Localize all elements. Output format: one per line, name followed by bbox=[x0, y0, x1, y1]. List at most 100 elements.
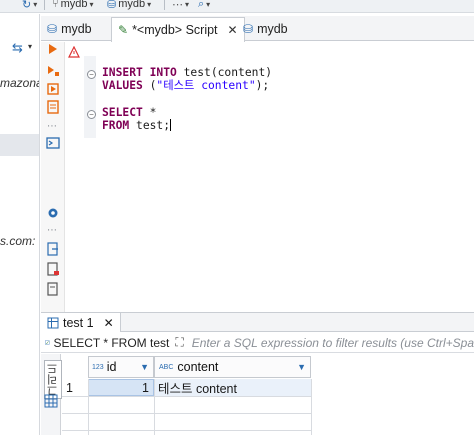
history-button[interactable]: ↻ ▾ bbox=[22, 0, 37, 11]
chevron-down-icon[interactable]: ▾ bbox=[28, 42, 32, 51]
warning-icon bbox=[68, 45, 80, 61]
save-script-icon[interactable] bbox=[46, 282, 60, 296]
chevron-down-icon: ▾ bbox=[89, 0, 94, 9]
table-grid-icon bbox=[47, 317, 59, 328]
more-icon[interactable]: ⋯ bbox=[47, 121, 57, 132]
datasource-label: mydb bbox=[118, 0, 146, 10]
grid-cell-content[interactable]: 테스트 content bbox=[154, 379, 311, 396]
tab-results-test-1[interactable]: test 1 ✕ bbox=[41, 313, 121, 332]
sql-text: test; bbox=[129, 119, 171, 133]
filter-input[interactable]: Enter a SQL expression to filter results… bbox=[192, 336, 474, 350]
branch-icon: ⑂ bbox=[52, 0, 59, 10]
results-tab-bar: test 1 ✕ bbox=[41, 312, 474, 332]
export-icon[interactable] bbox=[46, 242, 60, 256]
column-header-content[interactable]: ABC content ▼ bbox=[154, 356, 311, 378]
column-header-id[interactable]: 123 id ▼ bbox=[88, 356, 154, 378]
code-line[interactable]: INSERT INTO test(content) bbox=[102, 66, 272, 79]
column-name: content bbox=[177, 360, 219, 374]
navigator-item-label[interactable]: s.com: bbox=[0, 234, 35, 248]
folding-ruler bbox=[84, 56, 96, 138]
sql-keyword: SELECT bbox=[102, 105, 143, 119]
settings-gear-icon[interactable] bbox=[46, 206, 60, 220]
link-editor-icon[interactable]: ⇆ bbox=[12, 40, 23, 56]
tab-label: mydb bbox=[257, 22, 288, 36]
more-icon[interactable]: ⋯ bbox=[47, 225, 57, 236]
schema-icon: ⋯ bbox=[172, 0, 183, 11]
database-navigator: ⇆ ▾ mazona s.com: bbox=[0, 14, 40, 435]
database-icon: ⛁ bbox=[47, 22, 58, 36]
editor-tab-bar: ⛁ mydb ✎ *<mydb> Script ✕ ⛁ mydb bbox=[41, 16, 474, 42]
results-filter-bar: SELECT * FROM test ⛶ Enter a SQL express… bbox=[41, 333, 474, 353]
explain-plan-icon[interactable] bbox=[46, 100, 60, 114]
results-side-toolbar: 그리드 bbox=[41, 354, 62, 435]
grid-view-icon[interactable] bbox=[44, 394, 58, 408]
sql-text: ( bbox=[142, 79, 157, 93]
execute-statement-icon[interactable] bbox=[46, 42, 60, 56]
grid-cell-id[interactable]: 1 bbox=[88, 379, 154, 396]
tab-mydb-2[interactable]: ⛁ mydb bbox=[237, 17, 294, 41]
sql-string: "테스트 content" bbox=[156, 79, 256, 93]
datasource-selector-2[interactable]: ⛁ mydb ▾ bbox=[107, 0, 151, 11]
chevron-down-icon: ▾ bbox=[206, 0, 211, 9]
datasource-selector-1[interactable]: ⑂ mydb ▾ bbox=[52, 0, 94, 11]
fold-collapse-icon[interactable]: − bbox=[87, 70, 96, 79]
row-number[interactable]: 1 bbox=[62, 379, 88, 396]
tab-label: test 1 bbox=[63, 315, 94, 330]
sort-dropdown-icon[interactable]: ▼ bbox=[297, 362, 306, 372]
grid-line bbox=[311, 379, 312, 435]
sort-dropdown-icon[interactable]: ▼ bbox=[140, 362, 149, 372]
history-icon: ↻ bbox=[22, 0, 32, 11]
console-icon[interactable] bbox=[46, 136, 60, 150]
sql-text: * bbox=[142, 105, 157, 119]
grid-line bbox=[62, 430, 312, 431]
code-line[interactable] bbox=[102, 93, 272, 106]
code-line[interactable]: SELECT * bbox=[102, 106, 272, 119]
database-icon: ⛁ bbox=[107, 0, 117, 11]
code-line[interactable]: FROM test; bbox=[102, 119, 272, 132]
navigator-item-label[interactable]: mazona bbox=[0, 76, 39, 90]
datasource-label: mydb bbox=[60, 0, 88, 10]
navigator-selected-row[interactable] bbox=[0, 134, 39, 156]
expand-icon[interactable]: ⛶ bbox=[175, 335, 183, 350]
main-toolbar: ↻ ▾ ⑂ mydb ▾ ⛁ mydb ▾ ⋯ ▾ ⌕ ▾ bbox=[0, 0, 474, 13]
grid-line bbox=[154, 379, 155, 435]
text-type-icon: ABC bbox=[159, 363, 174, 371]
execute-script-icon[interactable] bbox=[46, 64, 60, 78]
database-icon: ⛁ bbox=[243, 22, 254, 36]
toolbar-divider bbox=[44, 0, 45, 10]
search-button[interactable]: ⌕ ▾ bbox=[198, 0, 210, 11]
grid-line bbox=[62, 396, 312, 397]
tab-mydb-1[interactable]: ⛁ mydb bbox=[41, 17, 98, 41]
sql-keyword: FROM bbox=[102, 119, 130, 133]
sql-keyword: VALUES bbox=[102, 79, 143, 93]
query-text: SELECT * FROM test bbox=[53, 335, 170, 350]
tab-label: *<mydb> Script bbox=[132, 23, 218, 37]
fold-collapse-icon[interactable]: − bbox=[87, 110, 96, 119]
close-icon[interactable]: ✕ bbox=[104, 316, 114, 330]
tab-label: mydb bbox=[61, 22, 92, 36]
code-line[interactable]: VALUES ("테스트 content"); bbox=[102, 79, 272, 92]
tab-script[interactable]: ✎ *<mydb> Script ✕ bbox=[111, 17, 245, 42]
sql-text: ); bbox=[255, 79, 270, 93]
editor-action-gutter: ⋯ ⋯ bbox=[41, 42, 65, 312]
sql-code[interactable]: INSERT INTO test(content) VALUES ("테스트 co… bbox=[102, 66, 272, 132]
chevron-down-icon: ▾ bbox=[147, 0, 152, 9]
chevron-down-icon: ▾ bbox=[185, 0, 190, 9]
sql-keyword: INSERT INTO bbox=[102, 66, 177, 79]
search-icon: ⌕ bbox=[198, 0, 205, 10]
text-cursor bbox=[170, 119, 172, 132]
load-script-icon[interactable] bbox=[46, 262, 60, 276]
sql-editor[interactable]: − − INSERT INTO test(content) VALUES ("테스… bbox=[66, 42, 474, 312]
grid-line bbox=[62, 413, 312, 414]
schema-selector[interactable]: ⋯ ▾ bbox=[172, 0, 189, 11]
execute-new-tab-icon[interactable] bbox=[46, 82, 60, 96]
script-icon: ✎ bbox=[118, 23, 129, 37]
sql-text: test(content) bbox=[176, 66, 273, 79]
column-name: id bbox=[106, 360, 117, 374]
chevron-down-icon: ▾ bbox=[33, 0, 38, 9]
numeric-type-icon: 123 bbox=[92, 363, 104, 371]
results-grid: 123 id ▼ ABC content ▼ 1 1 테스트 content bbox=[62, 356, 474, 435]
grid-line bbox=[88, 379, 89, 435]
toolbar-divider bbox=[164, 0, 165, 10]
sql-icon bbox=[45, 340, 50, 345]
